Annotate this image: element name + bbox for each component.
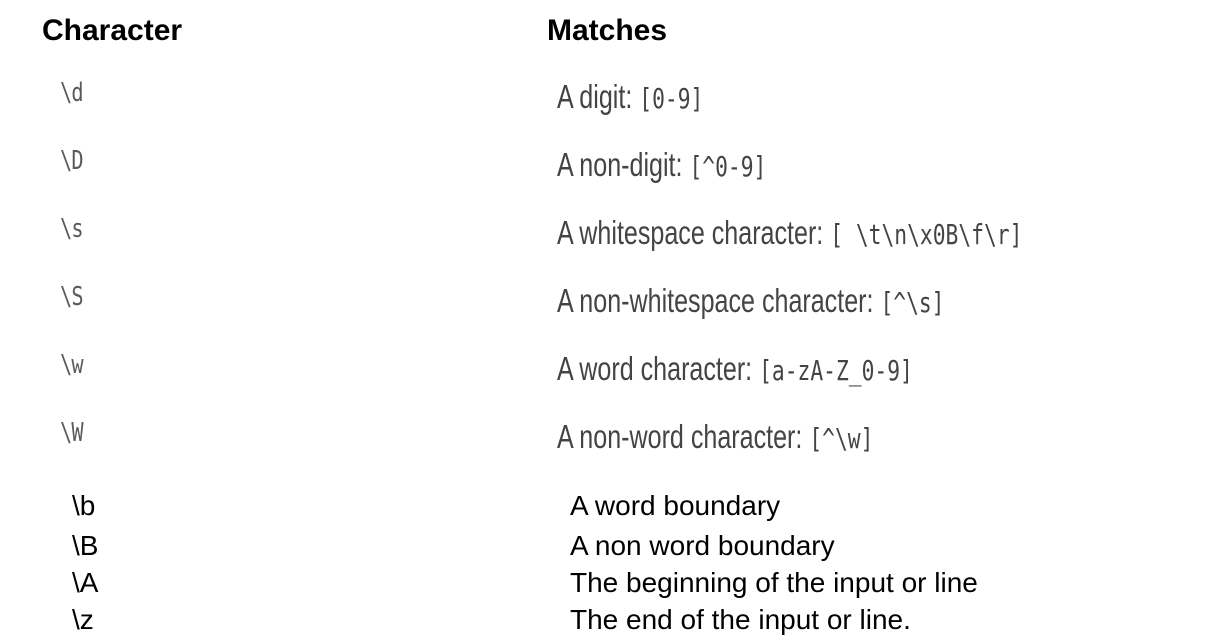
match-description: A whitespace character: [ \t\n\x0B\f\r]	[557, 214, 1022, 252]
regex-character: \D	[60, 146, 84, 176]
regex-character: \z	[72, 604, 94, 635]
regex-character: \S	[60, 282, 84, 312]
match-description: A non-digit: [^0-9]	[557, 146, 766, 184]
table-row: \d A digit: [0-9]	[0, 78, 1219, 118]
table-row: \s A whitespace character: [ \t\n\x0B\f\…	[0, 214, 1219, 254]
character-class-code: [0-9]	[639, 82, 704, 115]
table-row: \W A non-word character: [^\w]	[0, 418, 1219, 458]
character-class-code: [ \t\n\x0B\f\r]	[830, 218, 1023, 251]
character-class-code: [^\w]	[809, 422, 874, 455]
table-row: \w A word character: [a-zA-Z_0-9]	[0, 350, 1219, 390]
character-class-code: [a-zA-Z_0-9]	[759, 354, 913, 387]
regex-character: \s	[60, 214, 84, 244]
regex-character: \B	[72, 530, 99, 561]
character-class-code: [^\s]	[880, 286, 945, 319]
table-row: \A The beginning of the input or line	[0, 567, 1219, 603]
match-description: A non-word character: [^\w]	[557, 418, 873, 456]
regex-character: \A	[72, 567, 99, 598]
match-description: A digit: [0-9]	[557, 78, 703, 116]
match-description: The end of the input or line.	[570, 604, 911, 635]
match-description: A word character: [a-zA-Z_0-9]	[557, 350, 913, 388]
description-text: A whitespace character:	[557, 214, 831, 251]
regex-character: \b	[72, 490, 96, 521]
match-description: A word boundary	[570, 490, 781, 521]
table-row: \D A non-digit: [^0-9]	[0, 146, 1219, 186]
table-row: \S A non-whitespace character: [^\s]	[0, 282, 1219, 322]
description-text: A non-digit:	[557, 146, 690, 183]
match-description: The beginning of the input or line	[570, 567, 978, 598]
description-text: A non-word character:	[557, 418, 810, 455]
description-text: A word character:	[557, 350, 760, 387]
matches-column-header: Matches	[547, 14, 668, 47]
description-text: A non-whitespace character:	[557, 282, 881, 319]
table-row: \b A word boundary	[0, 490, 1219, 526]
regex-character: \d	[60, 78, 84, 108]
regex-character: \W	[60, 418, 84, 448]
table-row: \z The end of the input or line.	[0, 604, 1219, 640]
character-class-code: [^0-9]	[689, 150, 767, 183]
table-row: \B A non word boundary	[0, 530, 1219, 566]
character-column-header: Character	[42, 14, 183, 47]
description-text: A digit:	[557, 78, 640, 115]
match-description: A non-whitespace character: [^\s]	[557, 282, 945, 320]
match-description: A non word boundary	[570, 530, 835, 561]
regex-character: \w	[60, 350, 84, 380]
